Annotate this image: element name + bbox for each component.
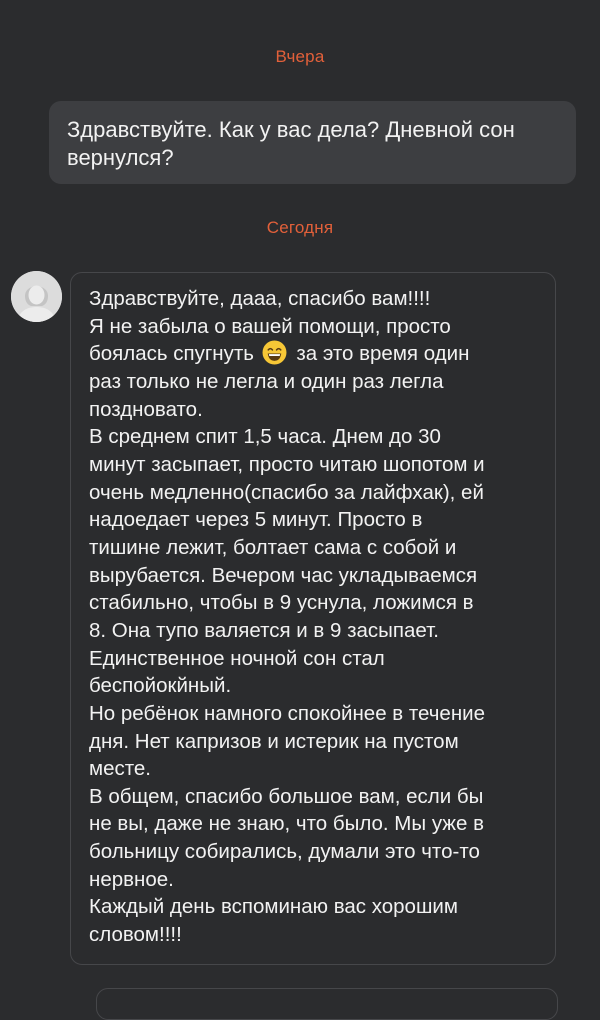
person-silhouette-icon — [11, 271, 62, 322]
message-text-line: В общем, спасибо большое вам, если бы — [89, 784, 484, 808]
message-text-line: Я не забыла о вашей помощи, просто — [89, 314, 451, 338]
grinning-face-with-smiling-eyes-icon — [262, 340, 287, 365]
message-text-line: Здравствуйте. Как у вас дела? Дневной со… — [67, 117, 515, 142]
message-text-line: дня. Нет капризов и истерик на пустом — [89, 729, 459, 753]
incoming-message-bubble[interactable]: Здравствуйте, дааа, спасибо вам!!!! Я не… — [70, 272, 556, 965]
message-text-line: очень медленно(спасибо за лайфхак), ей — [89, 480, 484, 504]
message-text-line: стабильно, чтобы в 9 уснула, ложимся в — [89, 591, 474, 615]
message-text-fragment: боялась спугнуть — [89, 342, 254, 366]
message-text-line: тишине лежит, болтает сама с собой и — [89, 535, 457, 559]
message-text-line: словом!!!! — [89, 923, 182, 947]
message-text-line: не вы, даже не знаю, что было. Мы уже в — [89, 812, 484, 836]
message-text-line: раз только не легла и один раз легла — [89, 369, 444, 393]
message-text-fragment: за это время один — [296, 342, 470, 366]
contact-avatar[interactable] — [11, 271, 62, 322]
message-text-line: надоедает через 5 минут. Просто в — [89, 508, 423, 532]
message-text-line: минут засыпает, просто читаю шопотом и — [89, 452, 485, 476]
message-text-line: беспойокйный. — [89, 674, 232, 698]
message-text-line: вырубается. Вечером час укладываемся — [89, 563, 478, 587]
message-text-line: больницу собирались, думали это что-то — [89, 840, 480, 864]
message-text-line: Но ребёнок намного спокойнее в течение — [89, 701, 486, 725]
message-text-line: Здравствуйте, дааа, спасибо вам!!!! — [89, 287, 431, 310]
message-text-line: нервное. — [89, 867, 174, 891]
message-text-line: Единственное ночной сон стал — [89, 646, 385, 670]
message-text-line: месте. — [89, 757, 152, 781]
outgoing-message-bubble[interactable]: Здравствуйте. Как у вас дела? Дневной со… — [49, 101, 576, 184]
date-separator-yesterday: Вчера — [275, 47, 325, 66]
message-text-line: В среднем спит 1,5 часа. Днем до 30 — [89, 425, 441, 449]
message-text-line-with-emoji: боялась спугнуть за это время один — [89, 340, 537, 368]
message-text-line: вернулся? — [67, 145, 174, 170]
message-text-line: Каждый день вспоминаю вас хорошим — [89, 895, 458, 919]
message-text-line: поздновато. — [89, 397, 203, 421]
message-text-line: 8. Она тупо валяется и в 9 засыпает. — [89, 618, 439, 642]
date-separator-today: Сегодня — [266, 218, 334, 237]
